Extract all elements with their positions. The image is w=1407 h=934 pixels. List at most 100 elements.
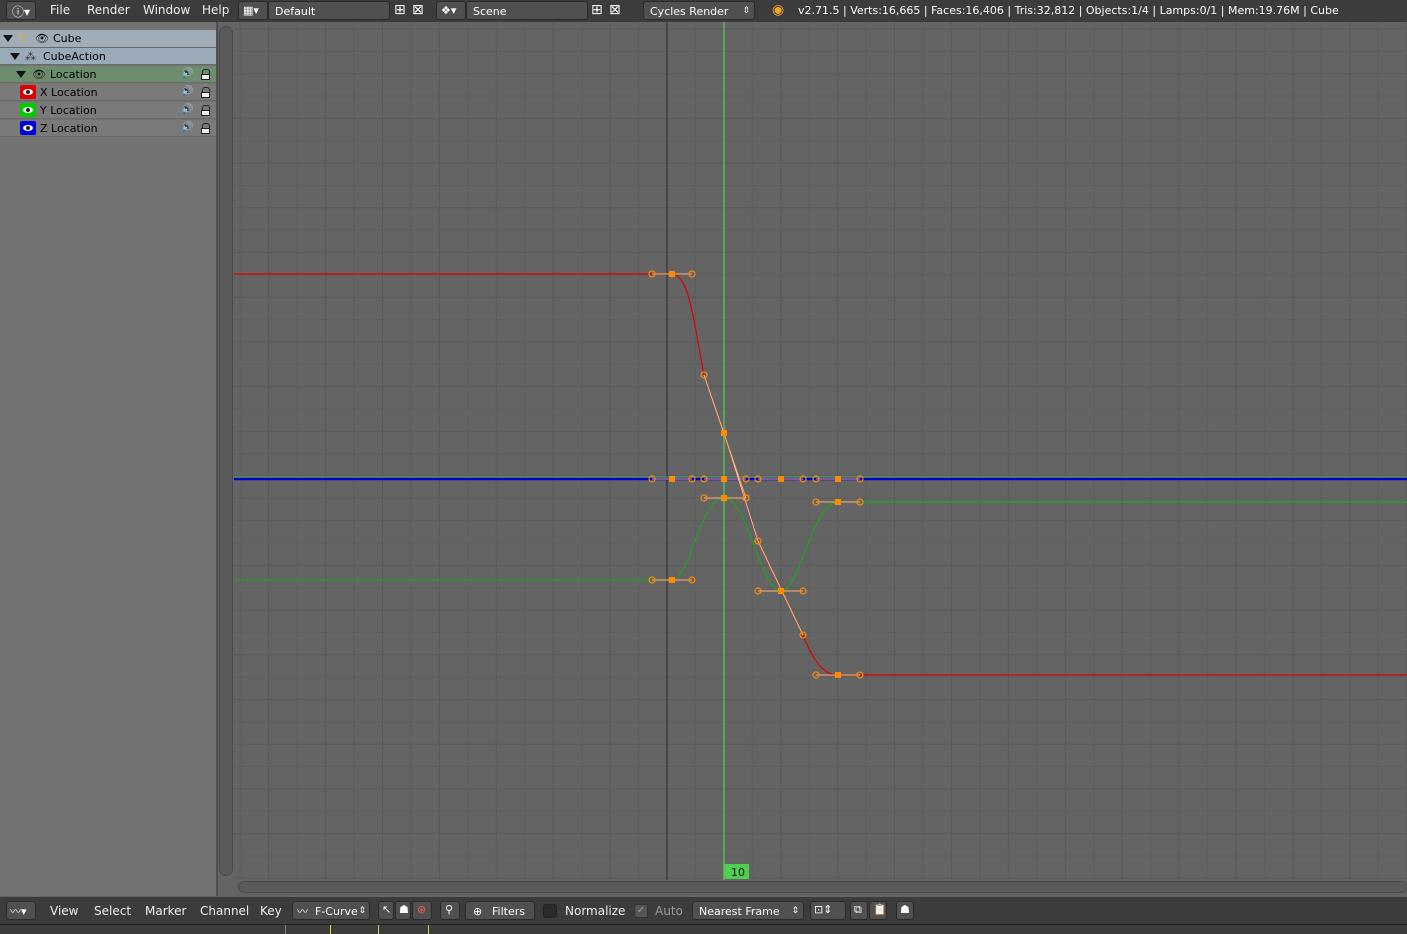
channel-list: ▽ 👁 Cube ⁂ CubeAction 👁 Location 🔊 X Loc… (0, 22, 218, 896)
only-errors-toggle[interactable]: ⊛ (412, 901, 432, 920)
channel-group-row[interactable]: 👁 Location 🔊 (0, 66, 216, 83)
object-mesh-icon: ▽ (18, 31, 28, 45)
fcurve-row-y[interactable]: Y Location 🔊 (0, 102, 216, 119)
keyframe-point[interactable] (835, 499, 841, 505)
snap-dropdown[interactable]: Nearest Frame ⇕ (692, 901, 804, 920)
graph-editor-canvas[interactable]: 9876543210-1-2-3-4-5-6-7-8 10 -70-60-50-… (218, 22, 1407, 896)
paste-keyframes-button[interactable]: 📋 (869, 901, 887, 920)
ghost-icon: ☗ (399, 903, 409, 916)
fcurve-x-location[interactable] (234, 273, 1407, 676)
fcurve-color-swatch[interactable] (20, 85, 36, 99)
lock-icon[interactable] (200, 123, 211, 134)
keyframe-point[interactable] (669, 476, 675, 482)
keyframe-point[interactable] (721, 495, 727, 501)
error-icon: ⊛ (417, 903, 427, 916)
keyframe-point[interactable] (778, 476, 784, 482)
fcurve-color-swatch[interactable] (20, 103, 36, 117)
filter-icon: ⊕ (473, 905, 483, 918)
layout-name-field[interactable]: Default (268, 1, 390, 20)
fcurve-row-z[interactable]: Z Location 🔊 (0, 120, 216, 137)
vertical-scrollbar[interactable] (219, 26, 233, 876)
horizontal-scrollbar[interactable] (238, 881, 1407, 893)
copy-keyframes-button[interactable]: ⧉ (850, 901, 868, 920)
visibility-eye-icon[interactable]: 👁 (35, 30, 49, 47)
keyframe-point[interactable] (721, 430, 727, 436)
channel-action-label: CubeAction (43, 50, 106, 63)
fcurve-row-x[interactable]: X Location 🔊 (0, 84, 216, 101)
menu-select[interactable]: Select (94, 904, 131, 918)
show-hidden-toggle[interactable]: ☗ (395, 901, 411, 920)
keyframe-point[interactable] (778, 588, 784, 594)
graph-editor-icon: 〰▾ (10, 905, 27, 918)
remove-scene-icon[interactable]: ⊠ (609, 2, 621, 18)
menu-view[interactable]: View (50, 904, 78, 918)
menu-help[interactable]: Help (202, 3, 229, 17)
render-engine-dropdown[interactable]: Cycles Render ⇕ (643, 1, 755, 20)
keyframe-point[interactable] (835, 672, 841, 678)
fcurve-label: Z Location (40, 122, 98, 135)
keyframe-point[interactable] (669, 271, 675, 277)
search-toggle[interactable]: ⚲ (440, 901, 460, 920)
expand-triangle-icon[interactable] (10, 53, 20, 60)
info-icon: ⓘ▾ (12, 5, 31, 19)
channel-action-row[interactable]: ⁂ CubeAction (0, 48, 216, 65)
dropdown-arrow-icon: ⇕ (791, 906, 799, 916)
keyframe-handles[interactable] (648, 270, 864, 679)
current-frame-label: 10 (731, 866, 745, 879)
fcurve-y-location[interactable] (234, 497, 1407, 592)
pivot-icon: ⊡⇕ (814, 903, 833, 916)
scene-selector-button[interactable]: ❖▾ (436, 1, 466, 20)
menu-render[interactable]: Render (87, 3, 130, 17)
scene-name-field[interactable]: Scene (466, 1, 588, 20)
keyframe-point[interactable] (835, 476, 841, 482)
selected-curve-segment (703, 374, 804, 636)
menu-window[interactable]: Window (143, 3, 190, 17)
pivot-dropdown[interactable]: ⊡⇕ (810, 901, 846, 920)
normalize-checkbox[interactable] (543, 904, 557, 918)
ghost-curves-button[interactable]: ☗ (896, 901, 914, 920)
lock-icon[interactable] (200, 69, 211, 80)
add-scene-icon[interactable]: ⊞ (591, 2, 603, 18)
mode-dropdown[interactable]: 〰 F-Curve ⇕ (292, 901, 370, 920)
status-info: v2.71.5 | Verts:16,665 | Faces:16,406 | … (798, 4, 1339, 17)
bottom-header: 〰▾ View Select Marker Channel Key 〰 F-Cu… (0, 897, 1407, 924)
filters-button[interactable]: ⊕ Filters (465, 901, 535, 920)
fcurve-color-swatch[interactable] (20, 121, 36, 135)
search-icon: ⚲ (445, 903, 454, 916)
visibility-eye-icon (23, 89, 33, 95)
dropdown-arrow-icon: ⇕ (358, 906, 366, 916)
mute-speaker-icon[interactable]: 🔊 (181, 104, 193, 116)
channel-object-label: Cube (53, 32, 82, 45)
menu-channel[interactable]: Channel (200, 904, 249, 918)
lock-icon[interactable] (200, 87, 211, 98)
mute-speaker-icon[interactable]: 🔊 (181, 86, 193, 98)
mute-speaker-icon[interactable]: 🔊 (181, 122, 193, 134)
filters-label: Filters (492, 905, 525, 918)
channel-object-row[interactable]: ▽ 👁 Cube (0, 30, 216, 48)
add-layout-icon[interactable]: ⊞ (394, 2, 406, 18)
menu-key[interactable]: Key (260, 904, 282, 918)
grid (234, 22, 1407, 880)
visibility-eye-icon[interactable]: 👁 (32, 66, 46, 83)
auto-label: Auto (655, 904, 683, 918)
remove-layout-icon[interactable]: ⊠ (412, 2, 424, 18)
layout-selector-button[interactable]: ▦▾ (238, 1, 268, 20)
editor-type-button[interactable]: 〰▾ (6, 901, 36, 920)
only-selected-toggle[interactable]: ↖ (378, 901, 394, 920)
mute-speaker-icon[interactable]: 🔊 (181, 68, 193, 80)
expand-triangle-icon[interactable] (3, 35, 13, 42)
menu-marker[interactable]: Marker (145, 904, 186, 918)
scene-icon: ❖▾ (441, 4, 457, 17)
layout-grid-icon: ▦▾ (243, 4, 259, 17)
top-header: ⓘ▾ File Render Window Help ▦▾ Default ⊞ … (0, 0, 1407, 22)
keyframes[interactable] (669, 271, 841, 678)
copy-icon: ⧉ (854, 903, 862, 916)
menu-file[interactable]: File (50, 3, 70, 17)
keyframe-point[interactable] (669, 577, 675, 583)
auto-checkbox[interactable]: ✓ (634, 904, 648, 918)
info-editor-type-button[interactable]: ⓘ▾ (6, 1, 36, 20)
dropdown-arrow-icon: ⇕ (742, 6, 750, 16)
lock-icon[interactable] (200, 105, 211, 116)
keyframe-point[interactable] (721, 476, 727, 482)
expand-triangle-icon[interactable] (16, 71, 26, 78)
